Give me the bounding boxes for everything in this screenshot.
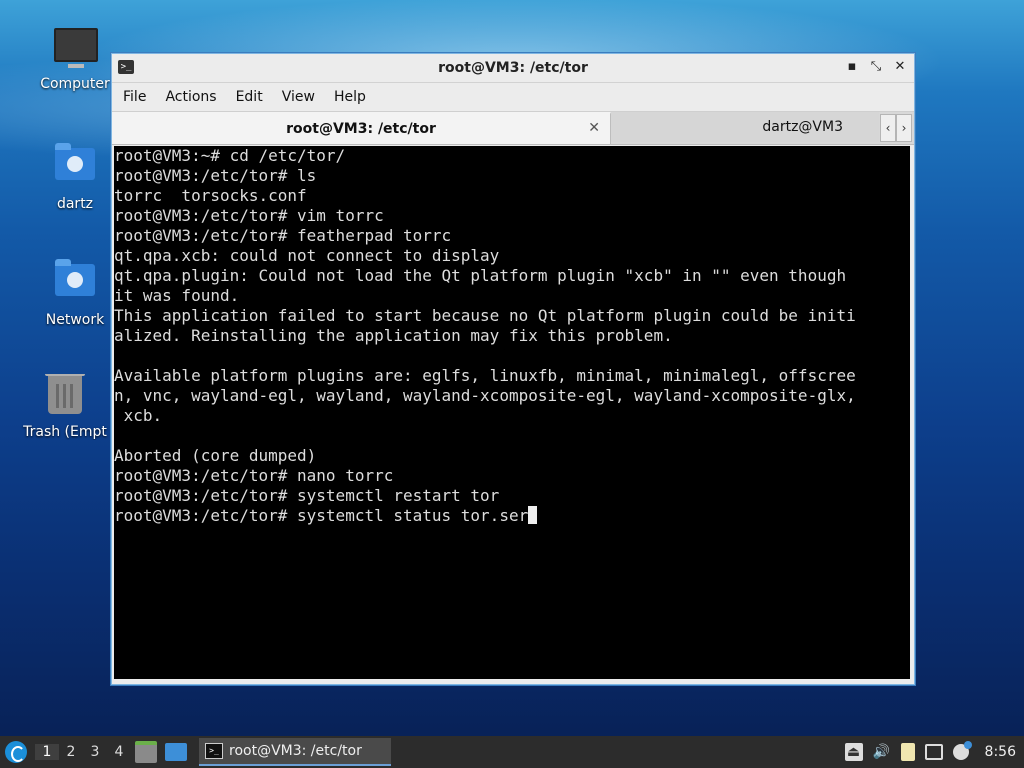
terminal-line: it was found. — [114, 286, 240, 305]
terminal-line: n, vnc, wayland-egl, wayland, wayland-xc… — [114, 386, 856, 405]
terminal-line: root@VM3:/etc/tor# nano torrc — [114, 466, 394, 485]
terminal-line: qt.qpa.plugin: Could not load the Qt pla… — [114, 266, 847, 285]
taskbar: 1 2 3 4 >_ root@VM3: /etc/tor ⏏ 🔊 8:56 — [0, 736, 1024, 768]
tab-scroll-left-icon[interactable]: ‹ — [880, 114, 896, 142]
tab-label: dartz@VM3 — [762, 119, 843, 135]
tab-label: root@VM3: /etc/tor — [286, 121, 436, 137]
home-folder-icon — [54, 143, 96, 190]
menu-edit[interactable]: Edit — [235, 89, 273, 105]
clock[interactable]: 8:56 — [985, 744, 1016, 760]
update-badge-icon — [963, 741, 972, 749]
menu-bar: File Actions Edit View Help — [112, 83, 914, 111]
terminal-line: torrc torsocks.conf — [114, 186, 307, 205]
workspace-2[interactable]: 2 — [59, 744, 83, 760]
terminal-line: root@VM3:~# cd /etc/tor/ — [114, 146, 346, 165]
tab-bar: root@VM3: /etc/tor ✕ dartz@VM3 ‹ › — [112, 111, 914, 145]
terminal-line: Available platform plugins are: eglfs, l… — [114, 366, 856, 385]
menu-help[interactable]: Help — [333, 89, 376, 105]
tab-root[interactable]: root@VM3: /etc/tor ✕ — [112, 112, 611, 144]
task-label: root@VM3: /etc/tor — [229, 743, 362, 759]
tab-close-icon[interactable]: ✕ — [588, 120, 600, 136]
maximize-button[interactable]: ⤡ — [868, 59, 884, 74]
terminal-line: root@VM3:/etc/tor# featherpad torrc — [114, 226, 452, 245]
terminal-line: root@VM3:/etc/tor# systemctl restart tor — [114, 486, 500, 505]
window-list-icon[interactable] — [165, 743, 187, 761]
close-button[interactable]: ✕ — [892, 59, 908, 74]
tab-dartz[interactable]: dartz@VM3 — [611, 112, 879, 142]
menu-actions[interactable]: Actions — [164, 89, 226, 105]
terminal-cursor — [528, 506, 538, 524]
network-icon[interactable] — [924, 744, 943, 760]
system-tray: ⏏ 🔊 8:56 — [844, 741, 1024, 761]
desktop-icon-trash[interactable]: Trash (Empt — [18, 374, 112, 440]
clipboard-icon[interactable] — [900, 743, 915, 761]
tab-scroll-right-icon[interactable]: › — [896, 114, 912, 142]
trash-icon — [44, 374, 86, 418]
terminal-line: root@VM3:/etc/tor# ls — [114, 166, 317, 185]
terminal-output[interactable]: root@VM3:~# cd /etc/tor/ root@VM3:/etc/t… — [114, 146, 910, 679]
terminal-line: Aborted (core dumped) — [114, 446, 317, 465]
computer-icon — [54, 28, 98, 70]
network-folder-icon — [54, 259, 96, 306]
terminal-prompt-line[interactable]: root@VM3:/etc/tor# systemctl status tor.… — [114, 506, 910, 526]
workspace-4[interactable]: 4 — [107, 744, 131, 760]
window-titlebar[interactable]: >_ root@VM3: /etc/tor ▪ ⤡ ✕ — [112, 54, 914, 83]
terminal-line: root@VM3:/etc/tor# vim torrc — [114, 206, 384, 225]
volume-icon[interactable]: 🔊 — [873, 743, 891, 761]
eject-icon[interactable]: ⏏ — [844, 743, 863, 761]
start-menu-icon[interactable] — [5, 741, 27, 763]
menu-view[interactable]: View — [281, 89, 325, 105]
terminal-line: xcb. — [114, 406, 163, 425]
show-desktop-icon[interactable] — [135, 741, 157, 763]
terminal-line: This application failed to start because… — [114, 306, 856, 325]
taskbar-task-terminal[interactable]: >_ root@VM3: /etc/tor — [199, 738, 391, 766]
terminal-line: alized. Reinstalling the application may… — [114, 326, 673, 345]
menu-file[interactable]: File — [122, 89, 156, 105]
terminal-window[interactable]: >_ root@VM3: /etc/tor ▪ ⤡ ✕ File Actions… — [111, 53, 915, 685]
update-icon[interactable] — [952, 741, 972, 760]
window-title: root@VM3: /etc/tor — [438, 60, 588, 76]
terminal-task-icon: >_ — [205, 743, 223, 759]
terminal-line: qt.qpa.xcb: could not connect to display — [114, 246, 500, 265]
minimize-button[interactable]: ▪ — [844, 59, 860, 74]
workspace-3[interactable]: 3 — [83, 744, 107, 760]
workspace-1[interactable]: 1 — [35, 744, 59, 760]
terminal-input[interactable]: root@VM3:/etc/tor# systemctl status tor.… — [114, 506, 528, 525]
desktop-icon-label: Trash (Empt — [23, 424, 107, 440]
